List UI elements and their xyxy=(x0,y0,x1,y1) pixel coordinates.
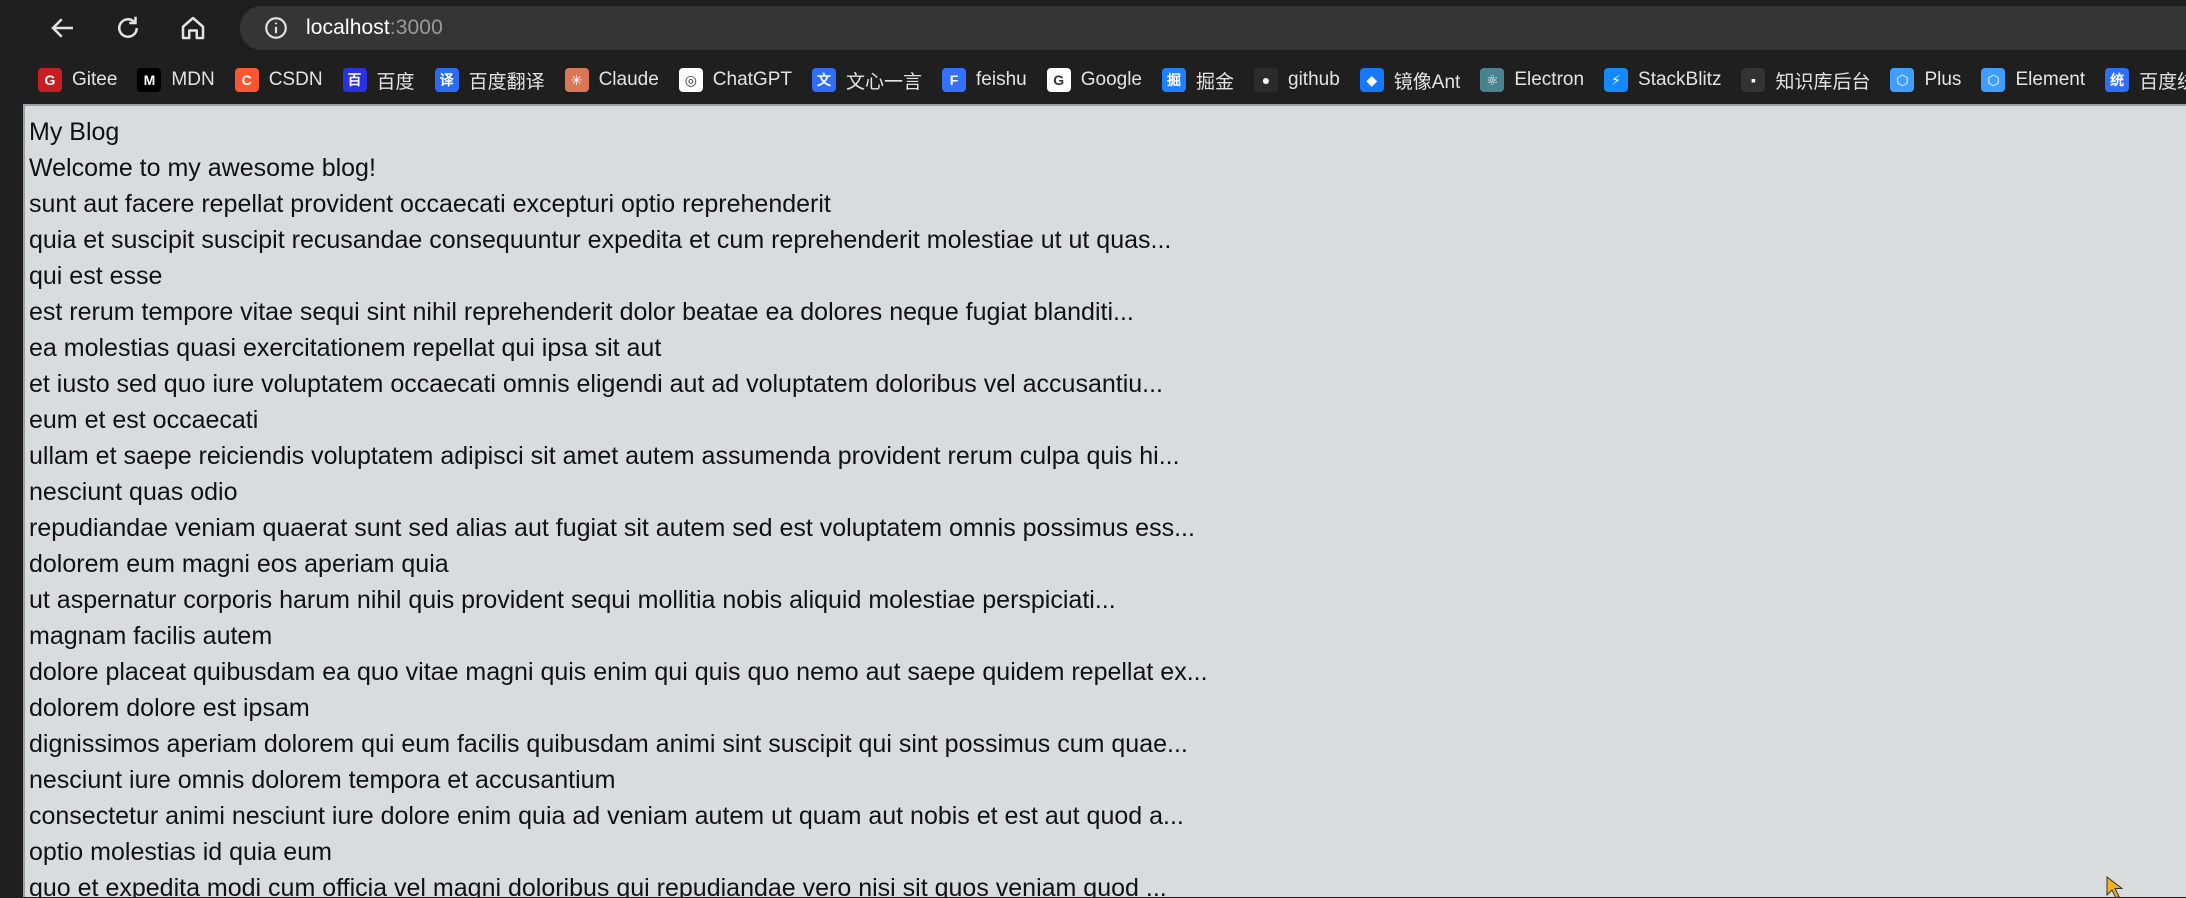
bookmark-favicon-icon: 掘 xyxy=(1162,68,1186,92)
bookmark-5[interactable]: ✳ Claude xyxy=(557,60,669,100)
post-title: dolorem dolore est ipsam xyxy=(29,694,310,722)
bookmark-10[interactable]: 掘掘金 xyxy=(1154,60,1244,100)
bookmark-favicon-icon: ⚡ xyxy=(1604,68,1629,92)
bookmark-6[interactable]: ◎ ChatGPT xyxy=(671,60,802,100)
bookmark-15[interactable]: ▪ 知识库后台 xyxy=(1733,60,1880,100)
bookmark-11[interactable]: ● github xyxy=(1246,60,1350,100)
url-host: localhost xyxy=(306,16,390,39)
bookmark-label: 文心一言 xyxy=(846,71,923,93)
bookmark-label: Element xyxy=(2015,69,2086,90)
bookmark-label: CSDN xyxy=(268,69,323,90)
bookmark-label: 镜像Ant xyxy=(1393,71,1461,93)
post-excerpt: et iusto sed quo iure voluptatem occaeca… xyxy=(29,370,1163,398)
bookmark-1[interactable]: M MDN xyxy=(129,60,224,100)
bookmark-14[interactable]: ⚡ StackBlitz xyxy=(1596,60,1731,100)
url-port: :3000 xyxy=(389,16,443,39)
post-title: magnam facilis autem xyxy=(29,622,273,650)
bookmark-favicon-icon: ✳ xyxy=(564,68,589,92)
bookmark-16[interactable]: ⬡ Plus xyxy=(1882,60,1971,100)
info-icon xyxy=(265,17,287,39)
mouse-cursor-icon xyxy=(2106,876,2124,898)
post-excerpt: ullam et saepe reiciendis voluptatem adi… xyxy=(29,442,1180,470)
bookmark-label: 百度统 xyxy=(2139,71,2186,93)
bookmark-favicon-icon: M xyxy=(137,68,162,92)
bookmark-7[interactable]: 文文心一言 xyxy=(804,60,932,100)
bookmark-favicon-icon: ◎ xyxy=(678,68,703,92)
post-excerpt: quia et suscipit suscipit recusandae con… xyxy=(29,226,1172,254)
back-button[interactable] xyxy=(38,3,88,53)
post-list: sunt aut facere repellat provident occae… xyxy=(29,186,2186,897)
bookmark-favicon-icon: ◆ xyxy=(1359,68,1384,92)
bookmark-label: 知识库后台 xyxy=(1775,71,1871,93)
bookmark-label: Electron xyxy=(1514,69,1585,90)
bookmark-label: github xyxy=(1288,69,1340,90)
bookmark-favicon-icon: ⬡ xyxy=(1981,68,2006,92)
post-title: nesciunt quas odio xyxy=(29,478,238,506)
post-title: eum et est occaecati xyxy=(29,406,259,434)
bookmark-label: ChatGPT xyxy=(712,69,792,90)
back-arrow-icon xyxy=(51,18,73,38)
post-title: nesciunt iure omnis dolorem tempora et a… xyxy=(29,766,616,794)
url-text[interactable]: localhost:3000 xyxy=(306,16,443,40)
post-title: dolorem eum magni eos aperiam quia xyxy=(29,550,449,578)
bookmark-17[interactable]: ⬡ Element xyxy=(1973,60,2095,100)
post-excerpt: est rerum tempore vitae sequi sint nihil… xyxy=(29,298,1134,326)
bookmark-favicon-icon: 译 xyxy=(434,68,459,92)
bookmark-3[interactable]: 百百度 xyxy=(335,60,425,100)
bookmark-favicon-icon: 百 xyxy=(342,68,367,92)
bookmark-favicon-icon: C xyxy=(234,68,259,92)
address-bar[interactable]: localhost:3000 xyxy=(240,6,2186,50)
bookmark-2[interactable]: C CSDN xyxy=(227,60,333,100)
page-title: My Blog xyxy=(29,118,120,146)
page-subtitle: Welcome to my awesome blog! xyxy=(29,154,376,182)
bookmark-label: Gitee xyxy=(72,69,118,90)
post-title: ea molestias quasi exercitationem repell… xyxy=(29,334,662,362)
home-icon xyxy=(181,16,205,40)
bookmark-label: Claude xyxy=(598,69,659,90)
post-title: optio molestias id quia eum xyxy=(29,838,332,866)
post-title: qui est esse xyxy=(29,262,163,290)
post-excerpt: repudiandae veniam quaerat sunt sed alia… xyxy=(29,514,1195,542)
bookmark-9[interactable]: G Google xyxy=(1039,60,1152,100)
bookmark-8[interactable]: Ffeishu xyxy=(934,60,1037,100)
bookmark-favicon-icon: G xyxy=(1046,68,1071,92)
bookmark-label: 百度翻译 xyxy=(468,71,545,93)
blog-page: My Blog Welcome to my awesome blog! sunt… xyxy=(25,106,2186,897)
reload-button[interactable] xyxy=(103,3,153,53)
site-info-button[interactable] xyxy=(254,6,298,50)
bookmark-13[interactable]: ⚛ Electron xyxy=(1472,60,1594,100)
post-excerpt: consectetur animi nesciunt iure dolore e… xyxy=(29,802,1184,830)
post-excerpt: dignissimos aperiam dolorem qui eum faci… xyxy=(29,730,1188,758)
reload-icon xyxy=(118,16,138,38)
post-excerpt: quo et expedita modi cum officia vel mag… xyxy=(29,874,1167,897)
bookmark-4[interactable]: 译百度翻译 xyxy=(427,60,555,100)
bookmark-label: Google xyxy=(1080,69,1142,90)
bookmark-12[interactable]: ◆ 镜像Ant xyxy=(1352,60,1471,100)
bookmark-label: StackBlitz xyxy=(1638,69,1722,90)
bookmark-favicon-icon: ● xyxy=(1254,68,1279,92)
bookmark-label: MDN xyxy=(171,69,215,90)
bookmark-favicon-icon: 统 xyxy=(2105,68,2130,92)
bookmark-favicon-icon: ⚛ xyxy=(1480,68,1505,92)
bookmark-favicon-icon: G xyxy=(38,68,62,92)
bookmark-favicon-icon: ▪ xyxy=(1741,68,1766,92)
bookmark-label: Plus xyxy=(1924,69,1962,90)
home-button[interactable] xyxy=(168,3,218,53)
post-title: sunt aut facere repellat provident occae… xyxy=(29,190,831,218)
bookmark-0[interactable]: G Gitee xyxy=(30,60,127,100)
bookmark-favicon-icon: 文 xyxy=(812,68,836,92)
bookmark-favicon-icon: ⬡ xyxy=(1890,68,1915,92)
post-excerpt: ut aspernatur corporis harum nihil quis … xyxy=(29,586,1116,614)
bookmark-label: feishu xyxy=(976,69,1027,90)
bookmark-label: 百度 xyxy=(376,71,415,93)
bookmarks-bar: G Gitee M MDN C CSDN 百百度译百度翻译 ✳ Claude ◎ ChatGPT 文文… xyxy=(0,56,2186,104)
bookmark-favicon-icon: F xyxy=(942,68,967,92)
post-excerpt: dolore placeat quibusdam ea quo vitae ma… xyxy=(29,658,1208,686)
bookmark-18[interactable]: 统百度统 xyxy=(2097,60,2186,100)
bookmark-label: 掘金 xyxy=(1196,71,1235,93)
page-viewport: My Blog Welcome to my awesome blog! sunt… xyxy=(23,104,2186,897)
